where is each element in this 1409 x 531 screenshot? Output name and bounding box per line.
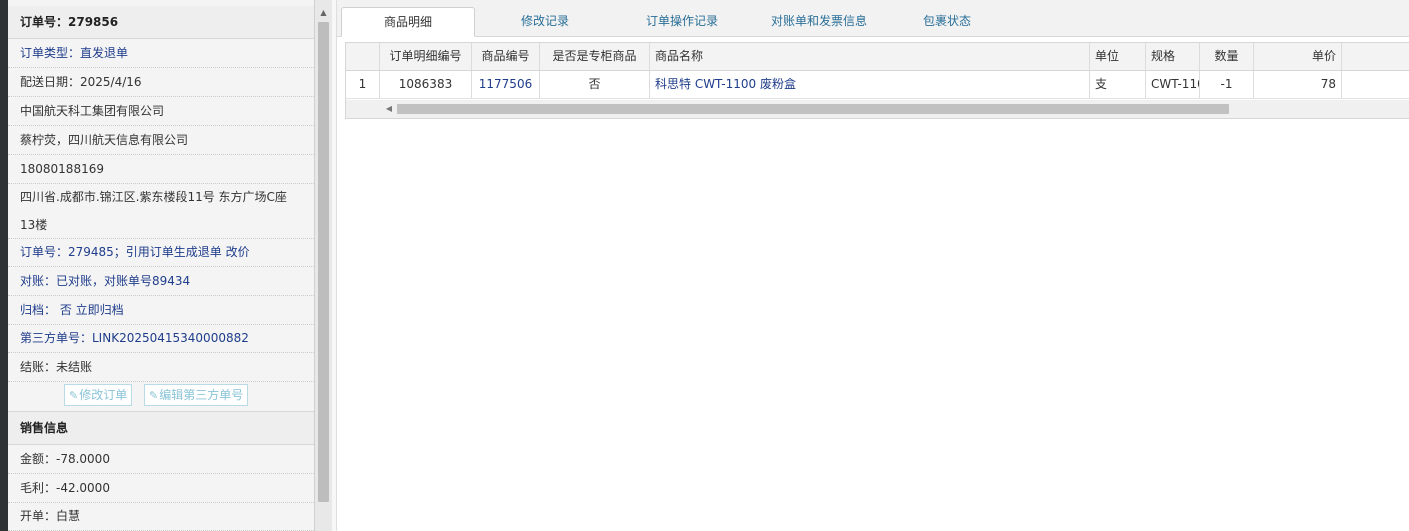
cell-tax [1342, 71, 1409, 98]
order-action-buttons: ✎修改订单 ✎编辑第三方单号 [8, 380, 314, 410]
gross-profit: 毛利：-42.0000 [8, 474, 314, 503]
column-header-product-id[interactable]: 商品编号 [472, 43, 540, 70]
column-header-detail-id[interactable]: 订单明细编号 [380, 43, 472, 70]
order-number-header: 订单号：279856 [8, 6, 314, 39]
settlement-status: 结账：未结账 [8, 353, 314, 382]
order-info-panel: 订单号：279856 订单类型：直发退单 配送日期：2025/4/16 中国航天… [8, 0, 314, 531]
cell-price: 78 [1254, 71, 1342, 98]
edit-icon: ✎ [69, 389, 79, 402]
cell-detail-id: 1086383 [380, 71, 472, 98]
scroll-up-arrow-icon[interactable]: ▲ [315, 6, 332, 20]
scroll-left-arrow-icon[interactable]: ◀ [382, 102, 396, 116]
outer-frame-edge [0, 0, 8, 531]
edit-third-party-button[interactable]: ✎编辑第三方单号 [144, 384, 249, 406]
tab-bar: 商品明细 修改记录 订单操作记录 对账单和发票信息 包裹状态 [337, 0, 1409, 37]
delivery-address: 四川省.成都市.锦江区.紫东楼段11号 东方广场C座13楼 [8, 183, 314, 239]
cell-product-name-link[interactable]: 科思特 CWT-1100 废粉盒 [650, 71, 1090, 98]
scrollbar-thumb[interactable] [318, 22, 329, 502]
delivery-date: 配送日期：2025/4/16 [8, 68, 314, 97]
order-type: 订单类型：直发退单 [8, 39, 314, 68]
reconcile-status[interactable]: 对账：已对账，对账单号89434 [8, 267, 314, 296]
row-index: 1 [346, 71, 380, 98]
column-header-price[interactable]: 单价 [1254, 43, 1342, 70]
table-row[interactable]: 1 1086383 1177506 否 科思特 CWT-1100 废粉盒 支 C… [346, 71, 1409, 99]
column-header-counter-item[interactable]: 是否是专柜商品 [540, 43, 650, 70]
product-detail-grid: 订单明细编号 商品编号 是否是专柜商品 商品名称 单位 规格 数量 单价 税 1… [345, 42, 1409, 119]
tab-order-operation-log[interactable]: 订单操作记录 [627, 7, 737, 37]
issuer: 开单：白慧 [8, 502, 314, 531]
column-header-index [346, 43, 380, 70]
tab-modification-log[interactable]: 修改记录 [495, 7, 595, 37]
tab-reconcile-invoice[interactable]: 对账单和发票信息 [757, 7, 881, 37]
cell-spec: CWT-1100 [1146, 71, 1200, 98]
column-header-unit[interactable]: 单位 [1090, 43, 1146, 70]
grid-horizontal-scrollbar[interactable]: ◀ [346, 100, 1409, 118]
horizontal-scrollbar-thumb[interactable] [397, 104, 1229, 114]
edit-icon: ✎ [149, 389, 159, 402]
tab-package-status[interactable]: 包裹状态 [907, 7, 987, 37]
cell-qty: -1 [1200, 71, 1254, 98]
tab-product-details[interactable]: 商品明细 [341, 7, 475, 37]
sales-amount: 金额：-78.0000 [8, 445, 314, 474]
cell-counter-item: 否 [540, 71, 650, 98]
column-header-tax[interactable]: 税 [1342, 43, 1409, 70]
third-party-number: 第三方单号：LINK20250415340000882 [8, 324, 314, 353]
cell-unit: 支 [1090, 71, 1146, 98]
column-header-qty[interactable]: 数量 [1200, 43, 1254, 70]
grid-header-row: 订单明细编号 商品编号 是否是专柜商品 商品名称 单位 规格 数量 单价 税 [346, 43, 1409, 71]
detail-area: 商品明细 修改记录 订单操作记录 对账单和发票信息 包裹状态 订单明细编号 商品… [337, 0, 1409, 531]
column-header-spec[interactable]: 规格 [1146, 43, 1200, 70]
reference-order-link[interactable]: 订单号：279485；引用订单生成退单 改价 [8, 238, 314, 267]
contact-info: 蔡柠荧，四川航天信息有限公司 [8, 126, 314, 155]
column-header-product-name[interactable]: 商品名称 [650, 43, 1090, 70]
customer-company: 中国航天科工集团有限公司 [8, 97, 314, 126]
archive-status[interactable]: 归档： 否 立即归档 [8, 296, 314, 325]
left-panel-scrollbar[interactable]: ▲ [314, 0, 332, 531]
phone-number: 18080188169 [8, 155, 314, 184]
sales-info-header: 销售信息 [8, 411, 314, 445]
cell-product-id-link[interactable]: 1177506 [472, 71, 540, 98]
edit-order-button[interactable]: ✎修改订单 [64, 384, 133, 406]
